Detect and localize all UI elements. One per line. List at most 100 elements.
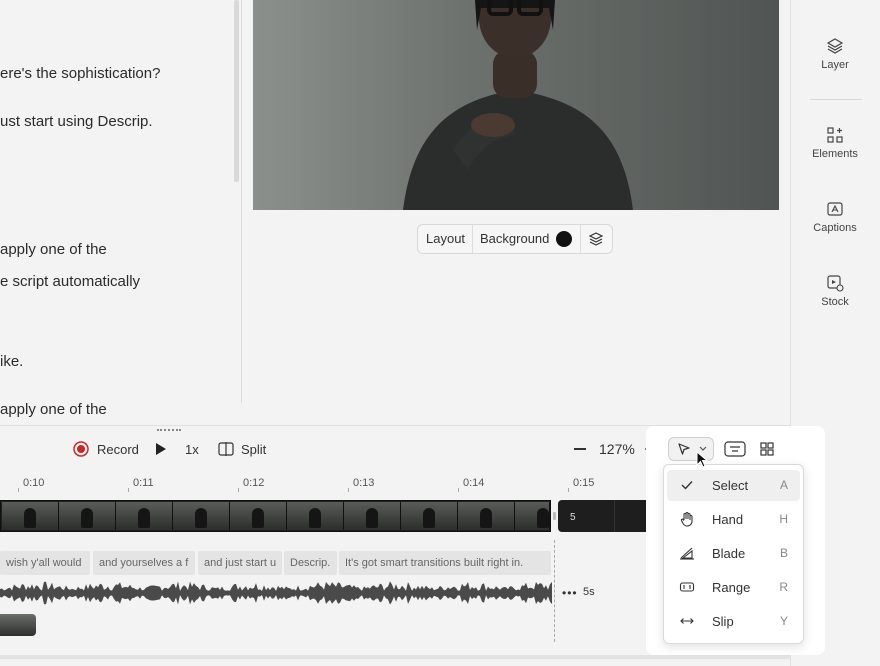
script-line[interactable]: e script automatically [0, 273, 140, 290]
menu-item-label: Range [712, 580, 751, 595]
menu-item-slip[interactable]: Slip Y [667, 606, 800, 637]
ruler-label: 0:10 [23, 477, 45, 489]
elements-icon [827, 127, 843, 143]
menu-item-label: Hand [712, 512, 744, 527]
record-icon[interactable] [73, 441, 89, 462]
divider [614, 500, 615, 532]
zoom-out-icon[interactable] [574, 448, 586, 450]
menu-item-select[interactable]: Select A [667, 470, 800, 501]
layers-icon [826, 38, 844, 54]
script-scrollbar[interactable] [234, 0, 239, 182]
hand-icon [680, 511, 693, 527]
gap-label: 5 [570, 512, 576, 523]
divider [810, 99, 862, 100]
ruler-label: 0:15 [573, 477, 595, 489]
caption-chip[interactable]: and just start u [198, 551, 282, 575]
script-line[interactable]: ust start using Descrip. [0, 113, 153, 130]
check-icon [681, 481, 693, 490]
record-button[interactable]: Record [97, 442, 139, 457]
menu-item-label: Select [712, 478, 749, 493]
ruler-tick [348, 488, 349, 492]
range-icon [679, 582, 695, 592]
shortcut-key: Y [779, 614, 788, 628]
timeline-scrollbar[interactable] [0, 655, 790, 659]
clip-thumbnail [515, 502, 550, 530]
ruler-label: 0:11 [133, 477, 154, 489]
rail-item-captions[interactable]: Captions [790, 200, 880, 234]
cursor-icon [678, 443, 690, 455]
script-line[interactable]: ere's the sophistication? [0, 65, 160, 82]
ruler-tick [568, 488, 569, 492]
ruler-label: 0:12 [243, 477, 265, 489]
rail-item-label: Stock [821, 296, 849, 308]
layers-icon[interactable] [588, 231, 604, 252]
rail-item-label: Layer [821, 59, 849, 71]
clip-thumbnail [2, 502, 59, 530]
ruler-tick [128, 488, 129, 492]
video-preview[interactable] [253, 0, 779, 210]
clip-thumbnail [287, 502, 344, 530]
script-line[interactable]: apply one of the [0, 241, 107, 258]
align-icon[interactable] [723, 439, 747, 459]
rail-item-layer[interactable]: Layer [790, 37, 880, 71]
background-color-swatch[interactable] [556, 231, 572, 247]
stock-icon [827, 275, 844, 292]
resize-handle[interactable] [157, 429, 181, 434]
clip-thumbnail [458, 502, 515, 530]
script-line[interactable]: apply one of the [0, 401, 107, 418]
blade-icon [680, 547, 694, 560]
rail-item-elements[interactable]: Elements [790, 126, 880, 160]
menu-item-blade[interactable]: Blade B [667, 538, 800, 569]
menu-item-hand[interactable]: Hand H [667, 504, 800, 535]
menu-item-label: Slip [712, 614, 734, 629]
divider [472, 225, 473, 253]
caption-chip[interactable]: It's got smart transitions built right i… [339, 551, 551, 575]
clip-thumbnail [344, 502, 401, 530]
audio-waveform[interactable] [0, 578, 556, 608]
rail-item-label: Captions [813, 222, 857, 234]
rail-item-stock[interactable]: Stock [790, 274, 880, 308]
more-icon[interactable]: ••• [562, 586, 578, 600]
slip-icon [680, 618, 694, 624]
script-line[interactable]: ike. [0, 353, 23, 370]
mouse-cursor-icon [696, 451, 708, 468]
ruler-label: 0:14 [463, 477, 485, 489]
split-icon[interactable] [218, 442, 234, 461]
ruler-tick [238, 488, 239, 492]
ruler-label: 0:13 [353, 477, 375, 489]
rail-item-label: Elements [812, 148, 858, 160]
shortcut-key: R [779, 580, 788, 594]
layout-button[interactable]: Layout [426, 225, 465, 253]
caption-chip[interactable]: and yourselves a f [93, 551, 195, 575]
ruler-tick [18, 488, 19, 492]
video-clip[interactable] [0, 500, 551, 532]
grid-icon[interactable] [755, 439, 779, 459]
menu-item-label: Blade [712, 546, 746, 561]
clip-thumbnail [116, 502, 173, 530]
clip-thumbnail [230, 502, 287, 530]
waveform-shape [0, 581, 552, 605]
speed-button[interactable]: 1x [185, 442, 199, 457]
play-icon[interactable] [155, 442, 167, 461]
clip-thumbnail [401, 502, 458, 530]
script-editor[interactable]: ere's the sophistication? ust start usin… [0, 0, 242, 425]
shortcut-key: A [779, 478, 788, 492]
clip-end-marker [554, 540, 555, 642]
person-figure [403, 0, 633, 210]
broll-clip[interactable] [0, 614, 36, 636]
background-button[interactable]: Background [480, 225, 549, 253]
menu-item-range[interactable]: Range R [667, 572, 800, 603]
caption-chip[interactable]: Descrip. [284, 551, 337, 575]
caption-chip[interactable]: wish y'all would [0, 551, 90, 575]
split-button[interactable]: Split [241, 442, 266, 457]
clip-trim-handle[interactable] [553, 512, 556, 520]
divider [580, 225, 581, 253]
zoom-level: 127% [599, 441, 635, 457]
shortcut-key: B [779, 546, 788, 560]
gap-duration: 5s [583, 586, 595, 598]
captions-icon [827, 202, 843, 216]
ruler-tick [458, 488, 459, 492]
clip-thumbnail [173, 502, 230, 530]
clip-thumbnail [59, 502, 116, 530]
shortcut-key: H [779, 512, 788, 526]
